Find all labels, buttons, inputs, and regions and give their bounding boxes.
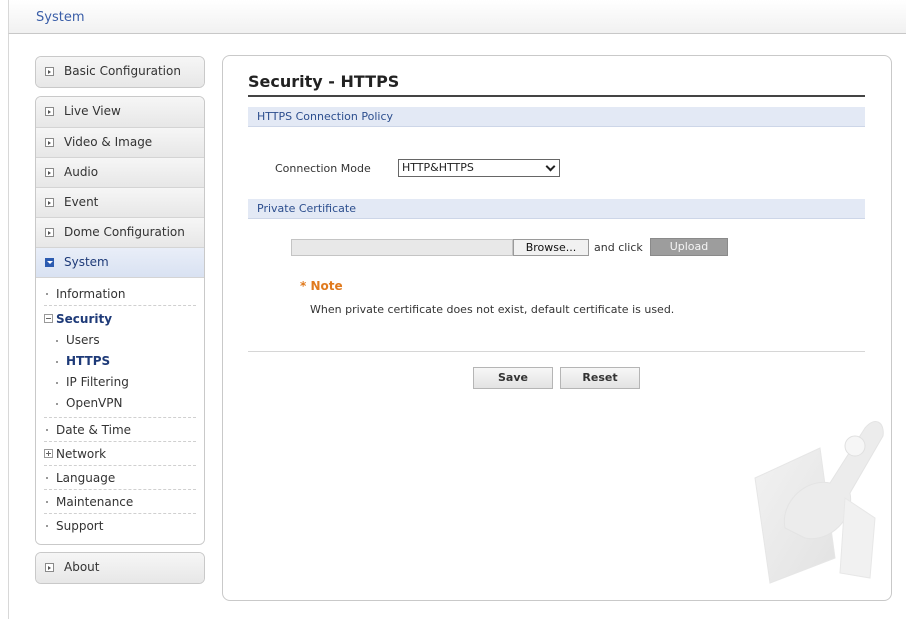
reset-button[interactable]: Reset [560,367,640,389]
nav-label: Live View [64,104,121,118]
sidebar: Basic Configuration Live View Video & Im… [35,56,205,592]
divider [248,351,865,352]
top-bar: System [8,0,906,34]
note-text: When private certificate does not exist,… [310,303,675,316]
nav-label: Dome Configuration [64,225,185,239]
subnav-label: Date & Time [56,423,132,437]
nav-label: Basic Configuration [64,64,181,78]
collapse-box-icon [45,258,54,267]
collapse-tree-icon[interactable] [44,314,53,323]
subnav-maintenance[interactable]: Maintenance [44,490,196,514]
system-subnav: Information Security Users HTTPS IP Filt… [36,277,204,544]
section-header-policy: HTTPS Connection Policy [248,107,865,127]
nav-system[interactable]: System [36,247,204,277]
expand-box-icon [45,563,54,572]
nav-label: System [64,255,109,269]
nav-dome-configuration[interactable]: Dome Configuration [36,217,204,247]
subnav-label: Language [56,471,116,485]
note-title: * Note [300,279,343,293]
nav-event[interactable]: Event [36,187,204,217]
main-panel: Security - HTTPS HTTPS Connection Policy… [222,55,892,601]
subnav-label: Security [56,312,113,326]
subnav-support[interactable]: Support [44,514,196,538]
main-nav-group: Live View Video & Image Audio Event Dome… [35,96,205,545]
page-section-title: System [36,10,85,25]
bullet-icon [56,361,58,363]
basic-config-group: Basic Configuration [35,56,205,88]
nav-audio[interactable]: Audio [36,157,204,187]
save-button[interactable]: Save [473,367,553,389]
subnav-openvpn[interactable]: OpenVPN [44,393,196,418]
bullet-icon [56,340,58,342]
expand-box-icon [45,67,54,76]
nav-label: About [64,560,100,574]
bullet-icon [46,293,48,295]
expand-box-icon [45,107,54,116]
subnav-label: Users [66,333,100,347]
subnav-users[interactable]: Users [44,330,196,351]
expand-box-icon [45,168,54,177]
nav-live-view[interactable]: Live View [36,97,204,127]
subnav-label: Information [56,287,126,301]
nav-about[interactable]: About [36,553,204,583]
connection-mode-select[interactable]: HTTP&HTTPS [398,159,560,177]
subnav-label: Support [56,519,104,533]
subnav-ip-filtering[interactable]: IP Filtering [44,372,196,393]
subnav-information[interactable]: Information [44,282,196,306]
left-border [8,34,9,619]
section-header-cert: Private Certificate [248,199,865,219]
and-click-text: and click [594,241,643,254]
certificate-file-path[interactable] [291,239,513,256]
subnav-https[interactable]: HTTPS [44,351,196,372]
subnav-security[interactable]: Security [44,308,196,330]
expand-box-icon [45,198,54,207]
bullet-icon [46,477,48,479]
bullet-icon [56,382,58,384]
bullet-icon [46,525,48,527]
nav-basic-configuration[interactable]: Basic Configuration [36,57,204,87]
expand-tree-icon[interactable] [44,449,53,458]
expand-box-icon [45,228,54,237]
subnav-label: OpenVPN [66,396,123,410]
subnav-label: HTTPS [66,354,111,368]
connection-mode-value: HTTP&HTTPS [402,161,474,174]
subnav-network[interactable]: Network [44,442,196,466]
browse-button[interactable]: Browse... [513,239,589,256]
nav-video-image[interactable]: Video & Image [36,127,204,157]
page-title: Security - HTTPS [248,72,865,97]
connection-mode-label: Connection Mode [275,162,371,175]
tools-watermark-icon [754,421,884,584]
subnav-label: Network [56,447,107,461]
chevron-down-icon [545,161,556,172]
subnav-label: Maintenance [56,495,134,509]
nav-label: Event [64,195,99,209]
bullet-icon [46,429,48,431]
subnav-language[interactable]: Language [44,466,196,490]
nav-label: Video & Image [64,135,153,149]
subnav-date-time[interactable]: Date & Time [44,418,196,442]
subnav-label: IP Filtering [66,375,129,389]
upload-button[interactable]: Upload [650,238,728,256]
bullet-icon [56,403,58,405]
nav-label: Audio [64,165,99,179]
bullet-icon [46,501,48,503]
about-group: About [35,552,205,584]
expand-box-icon [45,138,54,147]
